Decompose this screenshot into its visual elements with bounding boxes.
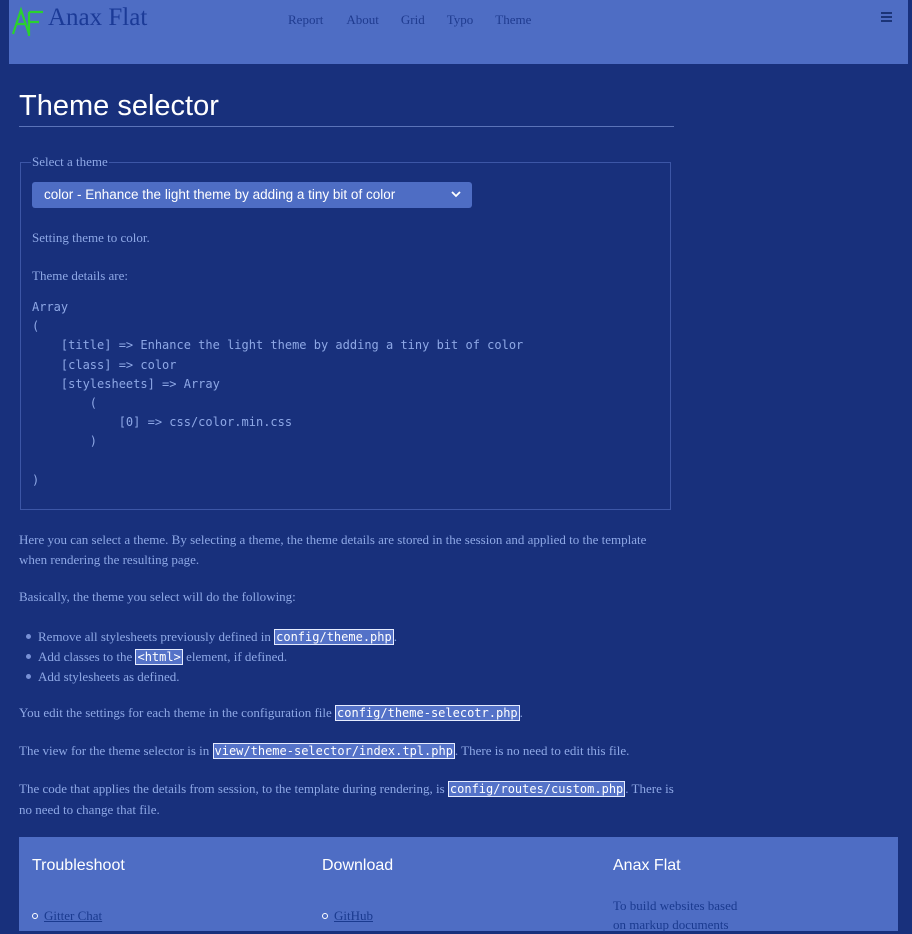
list-item: Remove all stylesheets previously define… [19,627,397,647]
details-label: Theme details are: [32,268,129,283]
basically-paragraph: Basically, the theme you select will do … [19,589,296,604]
navbar: Report About Grid Typo Theme [288,12,531,28]
bullet-icon [32,913,38,920]
main-content: Theme selector Select a theme color - En… [19,88,674,817]
nav-about[interactable]: About [346,12,379,28]
settings-paragraph: You edit the settings for each theme in … [19,705,523,721]
footer-download-title: Download [322,857,394,874]
intro-paragraph: Here you can select a theme. By selectin… [19,532,647,567]
page-title: Theme selector [19,88,674,127]
site-title[interactable]: Anax Flat [48,4,147,32]
chevron-down-icon [451,191,461,198]
list-item: Add classes to the <html> element, if de… [19,647,397,667]
menu-icon[interactable] [881,12,892,23]
code-theme-php: config/theme.php [274,629,394,645]
theme-details-code: Array ( [title] => Enhance the light the… [32,300,524,487]
theme-select[interactable]: color - Enhance the light theme by addin… [32,182,472,208]
theme-fieldset: Select a theme color - Enhance the light… [20,154,671,510]
footer-troubleshoot-title: Troubleshoot [32,857,125,874]
nav-typo[interactable]: Typo [447,12,474,28]
code-html-tag: <html> [135,649,183,665]
code-routes-path: config/routes/custom.php [447,781,626,797]
bullet-icon [322,913,328,920]
site-header: Anax Flat Report About Grid Typo Theme [9,0,908,64]
list-item: Add stylesheets as defined. [19,667,397,686]
view-paragraph: The view for the theme selector is in vi… [19,743,630,759]
theme-select-value: color - Enhance the light theme by addin… [44,187,396,202]
gitter-chat-link[interactable]: Gitter Chat [44,908,102,923]
code-view-path: view/theme-selector/index.tpl.php [212,743,455,759]
nav-report[interactable]: Report [288,12,323,28]
footer-about-text: To build websites based on markup docume… [613,898,738,932]
site-footer: Troubleshoot Gitter Chat Download GitHub… [19,837,898,932]
nav-grid[interactable]: Grid [401,12,425,28]
status-text: Setting theme to color. [32,230,150,245]
code-theme-selector-config: config/theme-selecotr.php [335,705,520,721]
list-item: Gitter Chat [32,908,102,924]
github-link[interactable]: GitHub [334,908,373,923]
footer-about-title: Anax Flat [613,857,681,874]
nav-theme[interactable]: Theme [495,12,531,28]
fieldset-legend: Select a theme [32,154,108,169]
steps-list: Remove all stylesheets previously define… [19,627,397,686]
anax-flat-logo[interactable] [11,6,43,38]
routes-paragraph: The code that applies the details from s… [19,781,674,817]
list-item: GitHub [322,908,373,924]
